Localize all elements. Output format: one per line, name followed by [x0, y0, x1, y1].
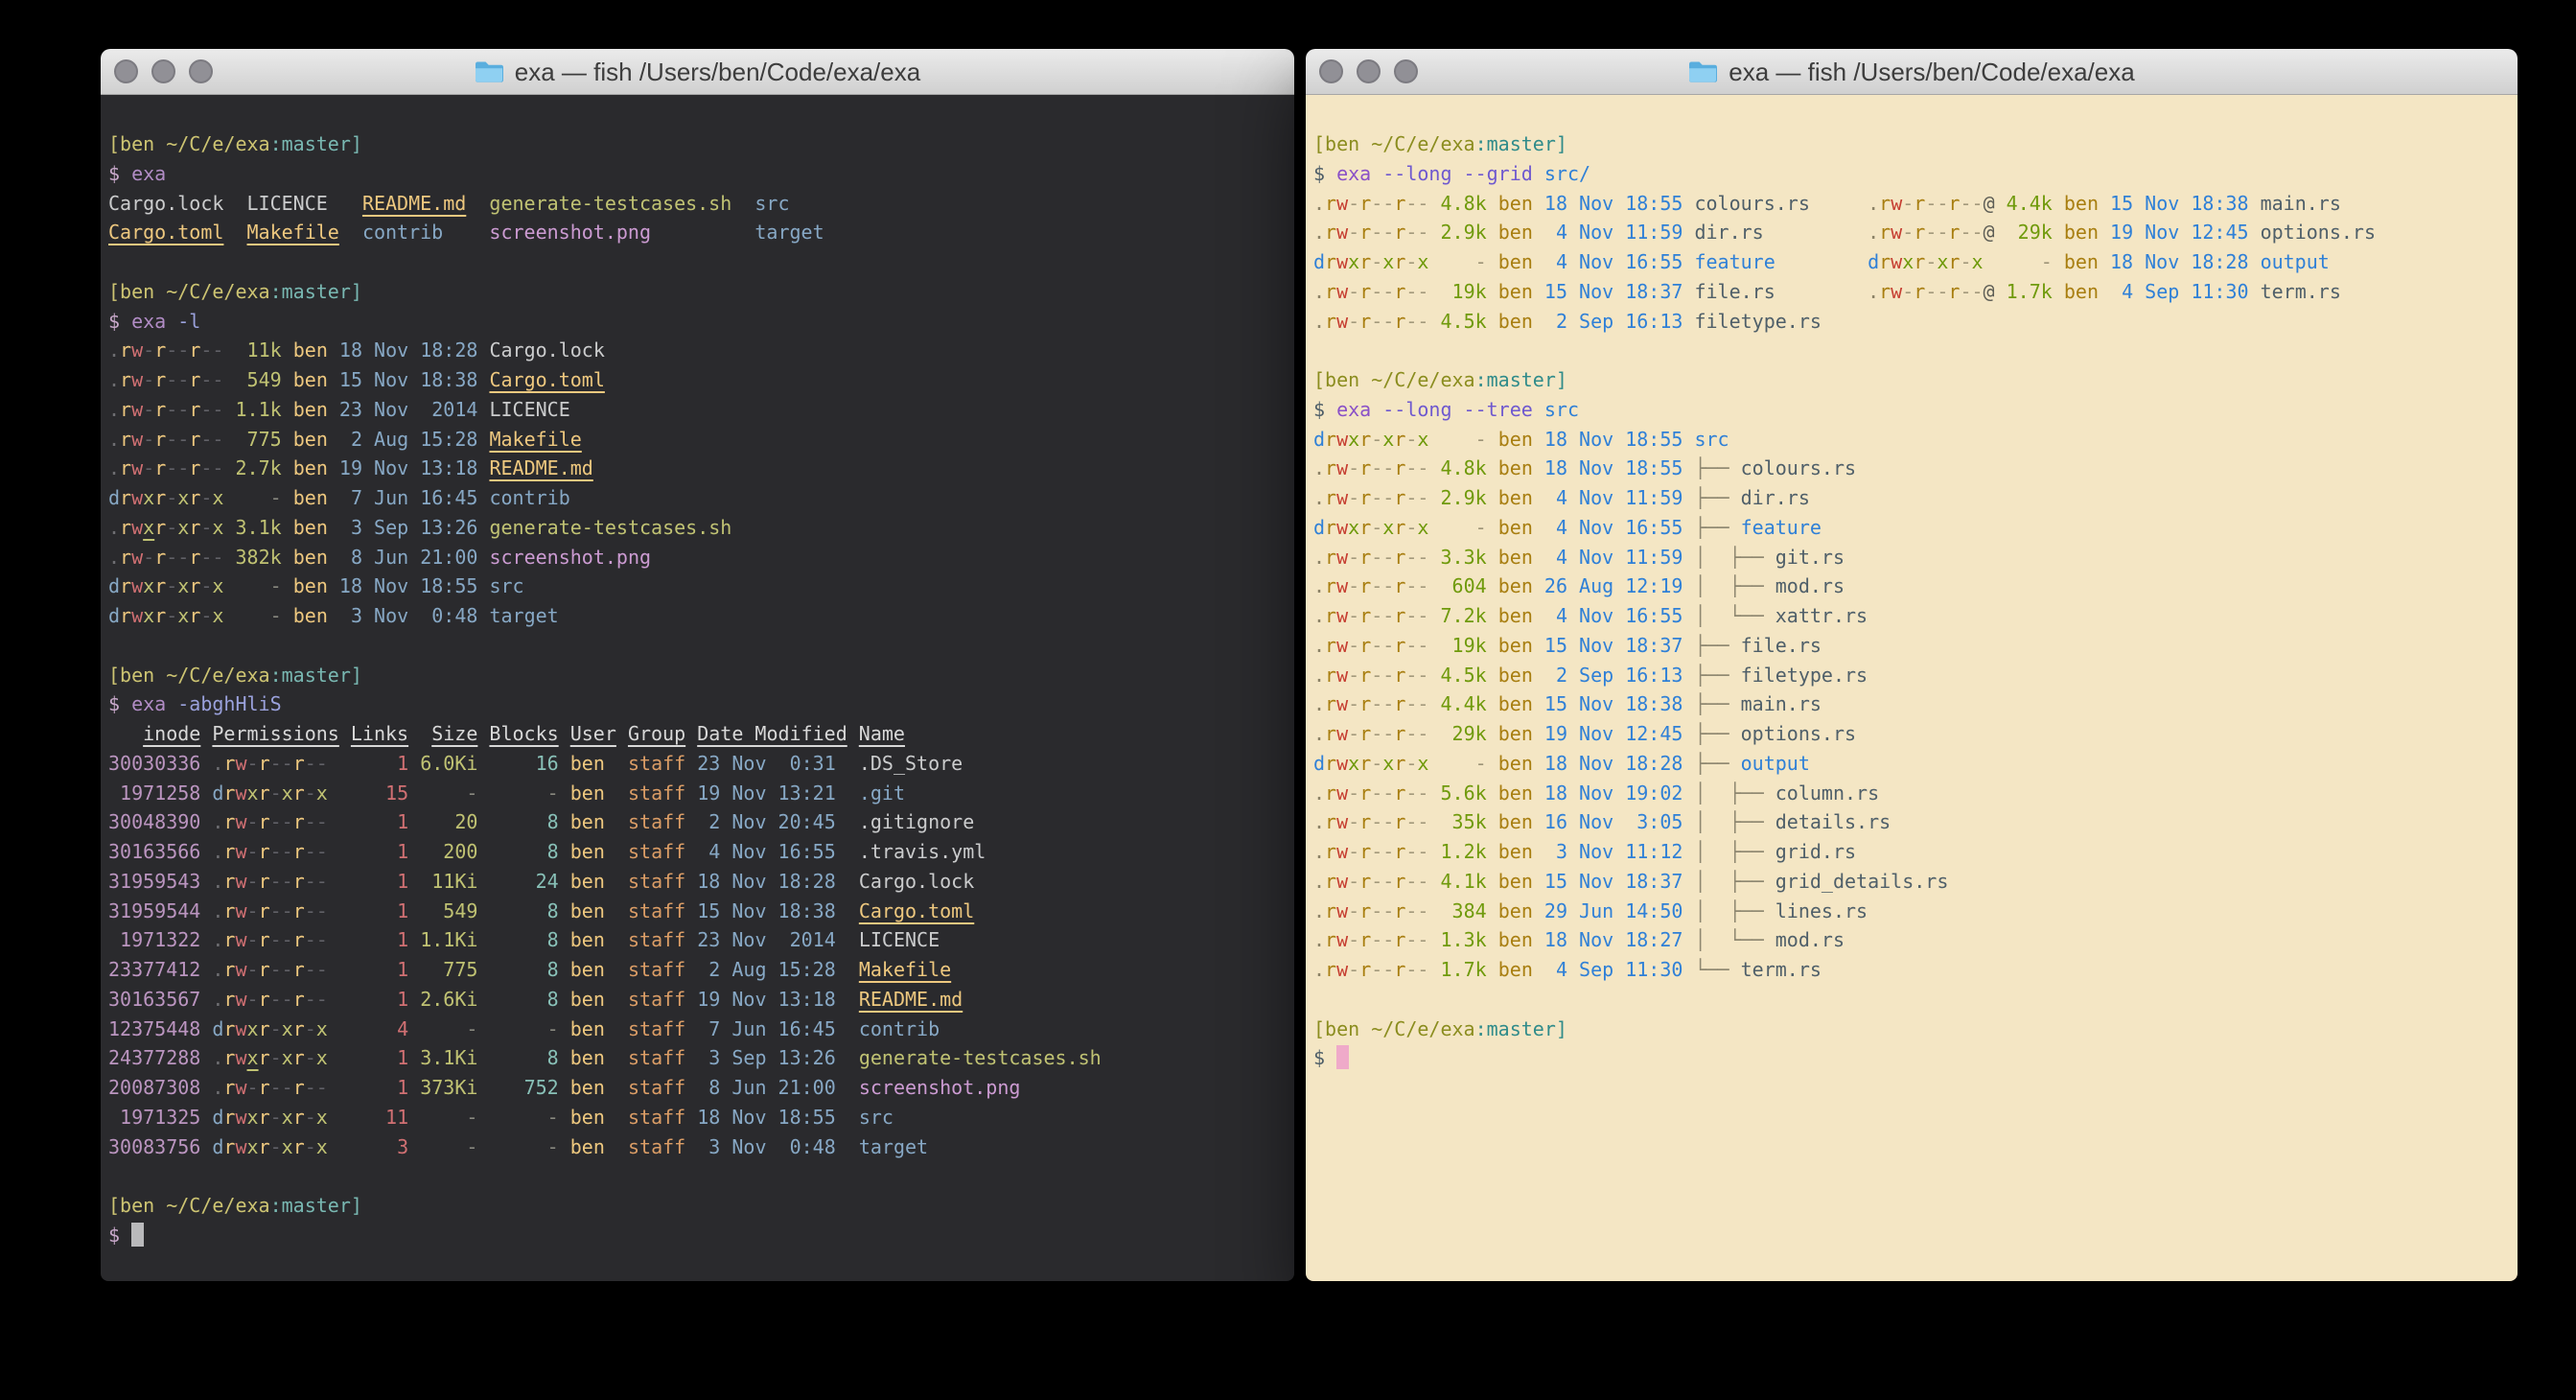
terminal-line: .rw-r--r-- 4.8k ben 18 Nov 18:55 colours… [1313, 189, 2510, 219]
terminal-line: .rw-r--r-- 1.2k ben 3 Nov 11:12 │ ├── gr… [1313, 837, 2510, 867]
terminal-line: 24377288 .rwxr-xr-x 1 3.1Ki 8 ben staff … [108, 1043, 1287, 1073]
terminal-line: .rw-r--r-- 2.9k ben 4 Nov 11:59 ├── dir.… [1313, 483, 2510, 513]
terminal-line [108, 1161, 1287, 1191]
terminal-line: 31959543 .rw-r--r-- 1 11Ki 24 ben staff … [108, 867, 1287, 897]
terminal-line: drwxr-xr-x - ben 7 Jun 16:45 contrib [108, 483, 1287, 513]
terminal-line: $ exa -l [108, 307, 1287, 337]
terminal-line: $ exa [108, 159, 1287, 189]
terminal-line: Cargo.toml Makefile contrib screenshot.p… [108, 218, 1287, 247]
terminal-line: drwxr-xr-x - ben 18 Nov 18:55 src [1313, 425, 2510, 455]
terminal-line: [ben ~/C/e/exa:master] [108, 1191, 1287, 1221]
terminal-line: [ben ~/C/e/exa:master] [108, 277, 1287, 307]
terminal-line: .rw-r--r-- 3.3k ben 4 Nov 11:59 │ ├── gi… [1313, 543, 2510, 572]
terminal-line: .rw-r--r-- 384 ben 29 Jun 14:50 │ ├── li… [1313, 897, 2510, 926]
terminal-line: 1971258 drwxr-xr-x 15 - - ben staff 19 N… [108, 779, 1287, 808]
terminal-line: .rw-r--r-- 19k ben 15 Nov 18:37 file.rs … [1313, 277, 2510, 307]
terminal-line: drwxr-xr-x - ben 4 Nov 16:55 feature drw… [1313, 247, 2510, 277]
terminal-line: 30048390 .rw-r--r-- 1 20 8 ben staff 2 N… [108, 807, 1287, 837]
terminal-line: .rw-r--r-- 4.1k ben 15 Nov 18:37 │ ├── g… [1313, 867, 2510, 897]
terminal-line: .rw-r--r-- 4.5k ben 2 Sep 16:13 ├── file… [1313, 661, 2510, 690]
terminal-line: 31959544 .rw-r--r-- 1 549 8 ben staff 15… [108, 897, 1287, 926]
close-button[interactable] [114, 59, 138, 83]
terminal-line: 20087308 .rw-r--r-- 1 373Ki 752 ben staf… [108, 1073, 1287, 1103]
titlebar[interactable]: exa — fish /Users/ben/Code/exa/exa [101, 49, 1294, 95]
terminal-line: $ [108, 1221, 1287, 1250]
terminal-line: [ben ~/C/e/exa:master] [108, 661, 1287, 690]
window-title: exa — fish /Users/ben/Code/exa/exa [475, 59, 920, 84]
terminal-cursor [131, 1223, 144, 1247]
window-title: exa — fish /Users/ben/Code/exa/exa [1688, 59, 2134, 84]
terminal-content-light[interactable]: [ben ~/C/e/exa:master]$ exa --long --gri… [1306, 95, 2518, 1281]
terminal-line [1313, 336, 2510, 365]
terminal-line: 30083756 drwxr-xr-x 3 - - ben staff 3 No… [108, 1132, 1287, 1162]
terminal-line: drwxr-xr-x - ben 3 Nov 0:48 target [108, 601, 1287, 631]
window-title-text: exa — fish /Users/ben/Code/exa/exa [515, 59, 920, 84]
terminal-line: inode Permissions Links Size Blocks User… [108, 719, 1287, 749]
terminal-line: drwxr-xr-x - ben 18 Nov 18:28 ├── output [1313, 749, 2510, 779]
terminal-line: $ [1313, 1043, 2510, 1073]
zoom-button[interactable] [189, 59, 213, 83]
terminal-line: 1971322 .rw-r--r-- 1 1.1Ki 8 ben staff 2… [108, 925, 1287, 955]
terminal-line: .rw-r--r-- 775 ben 2 Aug 15:28 Makefile [108, 425, 1287, 455]
terminal-line: .rw-r--r-- 2.7k ben 19 Nov 13:18 README.… [108, 454, 1287, 483]
window-controls [1319, 49, 1418, 94]
window-controls [114, 49, 213, 94]
window-title-text: exa — fish /Users/ben/Code/exa/exa [1729, 59, 2134, 84]
terminal-line: .rw-r--r-- 382k ben 8 Jun 21:00 screensh… [108, 543, 1287, 572]
terminal-line: .rw-r--r-- 4.5k ben 2 Sep 16:13 filetype… [1313, 307, 2510, 337]
minimize-button[interactable] [151, 59, 175, 83]
terminal-line: .rw-r--r-- 35k ben 16 Nov 3:05 │ ├── det… [1313, 807, 2510, 837]
terminal-line: 23377412 .rw-r--r-- 1 775 8 ben staff 2 … [108, 955, 1287, 985]
terminal-line: .rw-r--r-- 7.2k ben 4 Nov 16:55 │ └── xa… [1313, 601, 2510, 631]
terminal-line: .rw-r--r-- 4.4k ben 15 Nov 18:38 ├── mai… [1313, 689, 2510, 719]
terminal-line: 30163566 .rw-r--r-- 1 200 8 ben staff 4 … [108, 837, 1287, 867]
minimize-button[interactable] [1357, 59, 1381, 83]
terminal-line: 12375448 drwxr-xr-x 4 - - ben staff 7 Ju… [108, 1015, 1287, 1044]
terminal-line: drwxr-xr-x - ben 4 Nov 16:55 ├── feature [1313, 513, 2510, 543]
terminal-line: .rwxr-xr-x 3.1k ben 3 Sep 13:26 generate… [108, 513, 1287, 543]
close-button[interactable] [1319, 59, 1343, 83]
terminal-line: 1971325 drwxr-xr-x 11 - - ben staff 18 N… [108, 1103, 1287, 1132]
terminal-window-light: exa — fish /Users/ben/Code/exa/exa [ben … [1306, 49, 2518, 1281]
terminal-window-dark: exa — fish /Users/ben/Code/exa/exa [ben … [101, 49, 1294, 1281]
folder-icon [1688, 60, 1717, 82]
terminal-line [1313, 985, 2510, 1015]
terminal-cursor [1336, 1045, 1349, 1069]
terminal-line: [ben ~/C/e/exa:master] [1313, 365, 2510, 395]
terminal-line: $ exa --long --grid src/ [1313, 159, 2510, 189]
zoom-button[interactable] [1394, 59, 1418, 83]
terminal-line: [ben ~/C/e/exa:master] [1313, 129, 2510, 159]
terminal-line: drwxr-xr-x - ben 18 Nov 18:55 src [108, 572, 1287, 601]
terminal-line: .rw-r--r-- 5.6k ben 18 Nov 19:02 │ ├── c… [1313, 779, 2510, 808]
terminal-line: 30163567 .rw-r--r-- 1 2.6Ki 8 ben staff … [108, 985, 1287, 1015]
terminal-line [108, 247, 1287, 277]
terminal-line: .rw-r--r-- 19k ben 15 Nov 18:37 ├── file… [1313, 631, 2510, 661]
titlebar[interactable]: exa — fish /Users/ben/Code/exa/exa [1306, 49, 2518, 95]
terminal-line: .rw-r--r-- 4.8k ben 18 Nov 18:55 ├── col… [1313, 454, 2510, 483]
terminal-content-dark[interactable]: [ben ~/C/e/exa:master]$ exaCargo.lock LI… [101, 95, 1294, 1281]
terminal-line: 30030336 .rw-r--r-- 1 6.0Ki 16 ben staff… [108, 749, 1287, 779]
terminal-line: .rw-r--r-- 11k ben 18 Nov 18:28 Cargo.lo… [108, 336, 1287, 365]
terminal-line: .rw-r--r-- 549 ben 15 Nov 18:38 Cargo.to… [108, 365, 1287, 395]
terminal-line: [ben ~/C/e/exa:master] [1313, 1015, 2510, 1044]
terminal-line: $ exa -abghHliS [108, 689, 1287, 719]
terminal-line: Cargo.lock LICENCE README.md generate-te… [108, 189, 1287, 219]
folder-icon [475, 60, 503, 82]
terminal-line: .rw-r--r-- 2.9k ben 4 Nov 11:59 dir.rs .… [1313, 218, 2510, 247]
terminal-line: .rw-r--r-- 29k ben 19 Nov 12:45 ├── opti… [1313, 719, 2510, 749]
terminal-line: .rw-r--r-- 1.3k ben 18 Nov 18:27 │ └── m… [1313, 925, 2510, 955]
terminal-line [108, 631, 1287, 661]
terminal-line: .rw-r--r-- 1.7k ben 4 Sep 11:30 └── term… [1313, 955, 2510, 985]
terminal-line: .rw-r--r-- 604 ben 26 Aug 12:19 │ ├── mo… [1313, 572, 2510, 601]
terminal-line: .rw-r--r-- 1.1k ben 23 Nov 2014 LICENCE [108, 395, 1287, 425]
terminal-line: $ exa --long --tree src [1313, 395, 2510, 425]
terminal-line: [ben ~/C/e/exa:master] [108, 129, 1287, 159]
